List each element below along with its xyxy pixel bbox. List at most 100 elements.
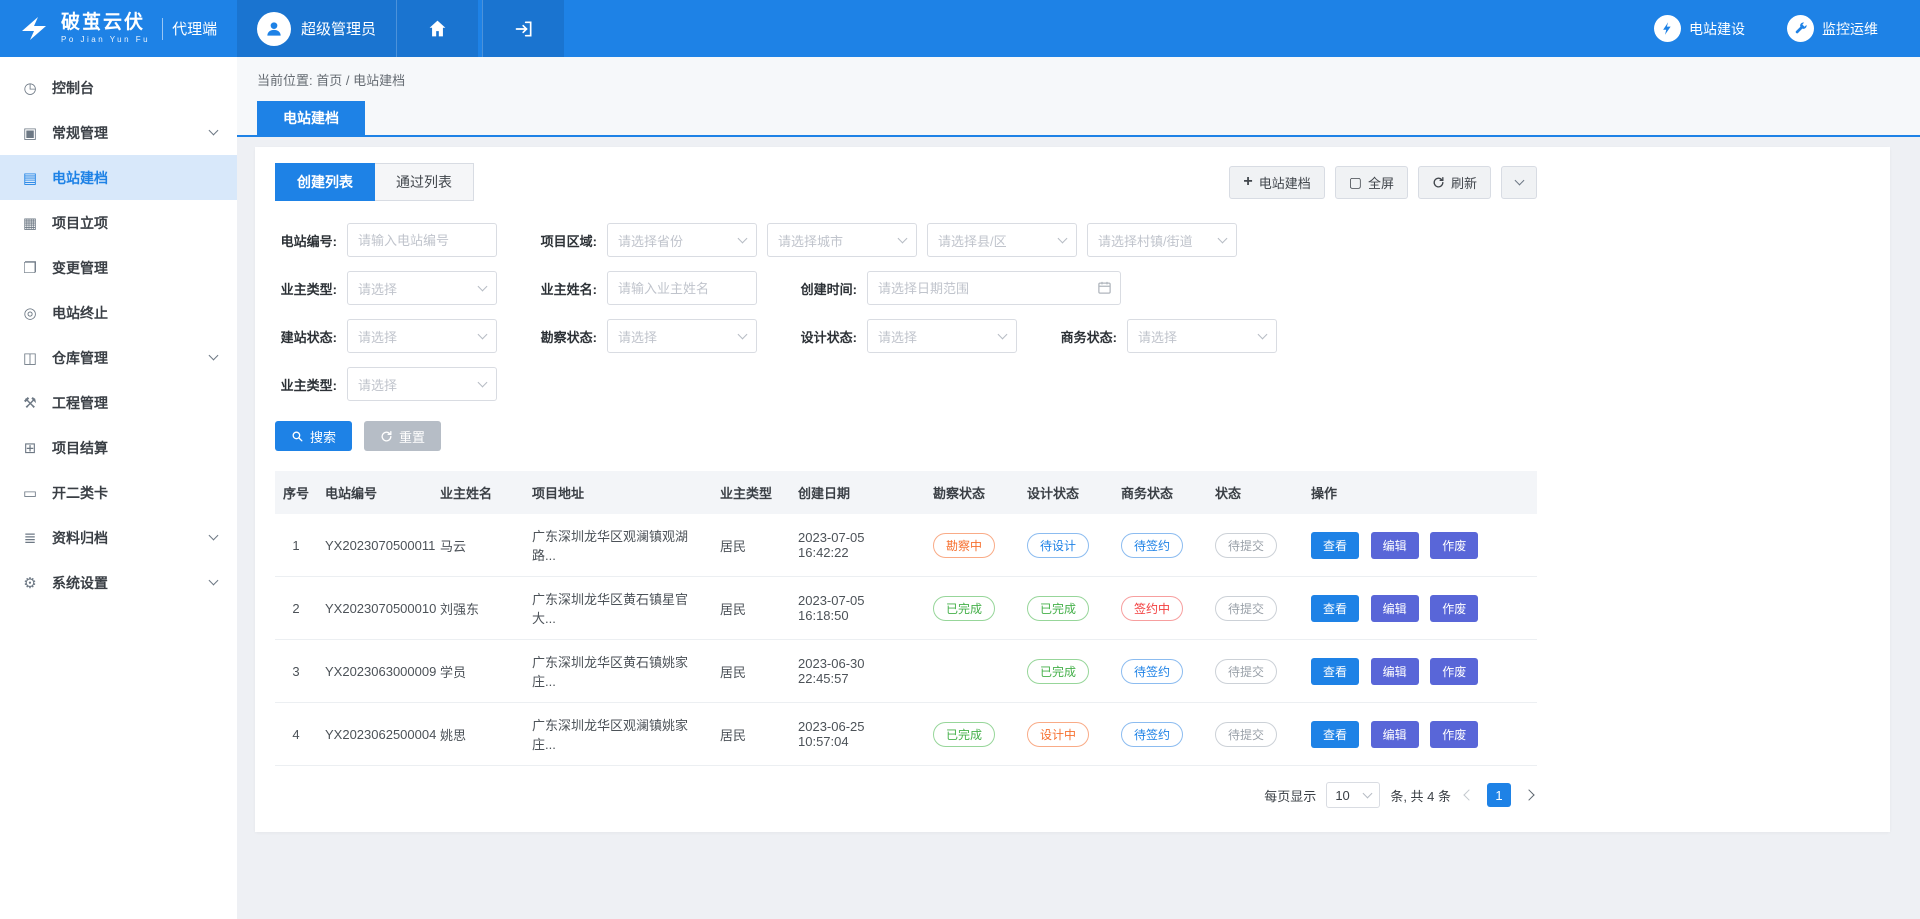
cell-station-no: YX2023070500011 <box>317 514 432 577</box>
view-button[interactable]: 查看 <box>1311 658 1359 685</box>
plus-icon: + <box>1243 174 1252 190</box>
county-select[interactable]: 请选择县/区 <box>927 223 1077 257</box>
sidebar-item[interactable]: ▤ 电站建档 <box>0 155 237 200</box>
edit-button[interactable]: 编辑 <box>1371 595 1419 622</box>
reset-button[interactable]: 重置 <box>364 421 441 451</box>
chevron-down-icon <box>478 377 488 387</box>
sidebar-item[interactable]: ▭ 开二类卡 <box>0 470 237 515</box>
nav-station-build-label: 电站建设 <box>1689 19 1745 39</box>
per-page-select[interactable]: 10 <box>1326 782 1380 808</box>
sidebar-item-label: 常规管理 <box>52 123 210 143</box>
cell-index: 3 <box>275 640 317 703</box>
sidebar-item[interactable]: ◷ 控制台 <box>0 65 237 110</box>
cell-address: 广东深圳龙华区黄石镇姚家庄... <box>524 640 712 703</box>
void-button[interactable]: 作废 <box>1430 595 1478 622</box>
chevron-down-icon <box>1218 233 1228 243</box>
view-button[interactable]: 查看 <box>1311 721 1359 748</box>
sidebar-item-label: 仓库管理 <box>52 348 210 368</box>
owner-type2-select[interactable]: 请选择 <box>347 367 497 401</box>
col-survey: 勘察状态 <box>925 471 1019 514</box>
business-status-badge: 签约中 <box>1121 596 1183 621</box>
station-no-label: 电站编号: <box>275 231 347 250</box>
sidebar-item-label: 电站终止 <box>52 303 210 323</box>
sidebar-item[interactable]: ▣ 常规管理 <box>0 110 237 155</box>
sidebar-item[interactable]: ≣ 资料归档 <box>0 515 237 560</box>
nav-station-build[interactable]: 电站建设 <box>1654 0 1745 57</box>
refresh-button[interactable]: 刷新 <box>1418 166 1491 199</box>
fullscreen-icon: ▢ <box>1349 175 1362 189</box>
survey-status-badge: 已完成 <box>933 596 995 621</box>
business-status-badge: 待签约 <box>1121 659 1183 684</box>
city-select[interactable]: 请选择城市 <box>767 223 917 257</box>
menu-icon: ⚙ <box>20 574 40 592</box>
sidebar-item[interactable]: ⚒ 工程管理 <box>0 380 237 425</box>
logout-button[interactable] <box>482 0 564 57</box>
cell-actions: 查看 编辑 作废 <box>1303 640 1537 703</box>
survey-status-select[interactable]: 请选择 <box>607 319 757 353</box>
cell-station-no: YX2023062500004 <box>317 703 432 766</box>
col-address: 项目地址 <box>524 471 712 514</box>
chevron-down-icon <box>1258 329 1268 339</box>
sidebar-item[interactable]: ◫ 仓库管理 <box>0 335 237 380</box>
next-page-button[interactable] <box>1523 789 1534 800</box>
status-badge: 待提交 <box>1215 533 1277 558</box>
station-no-input[interactable] <box>347 223 497 257</box>
edit-button[interactable]: 编辑 <box>1371 721 1419 748</box>
chevron-down-icon <box>998 329 1008 339</box>
edit-button[interactable]: 编辑 <box>1371 532 1419 559</box>
view-button[interactable]: 查看 <box>1311 595 1359 622</box>
design-status-select[interactable]: 请选择 <box>867 319 1017 353</box>
page-tab[interactable]: 电站建档 <box>257 101 365 135</box>
sidebar-item[interactable]: ⊞ 项目结算 <box>0 425 237 470</box>
cell-index: 1 <box>275 514 317 577</box>
design-status-badge: 设计中 <box>1027 722 1089 747</box>
design-status-badge: 待设计 <box>1027 533 1089 558</box>
survey-status-badge: 已完成 <box>933 722 995 747</box>
refresh-icon <box>1432 176 1445 189</box>
owner-name-input[interactable] <box>607 271 757 305</box>
build-status-select[interactable]: 请选择 <box>347 319 497 353</box>
prev-page-button[interactable] <box>1463 789 1474 800</box>
sidebar-item[interactable]: ⚙ 系统设置 <box>0 560 237 605</box>
main-area: 当前位置: 首页 / 电站建档 电站建档 创建列表 通过列表 + 电站建档 <box>237 57 1920 919</box>
sidebar-item-label: 变更管理 <box>52 258 210 278</box>
tab-created-list[interactable]: 创建列表 <box>275 163 375 201</box>
create-station-button[interactable]: + 电站建档 <box>1229 166 1324 199</box>
nav-monitor-ops[interactable]: 监控运维 <box>1787 0 1878 57</box>
col-design: 设计状态 <box>1019 471 1113 514</box>
col-owner-type: 业主类型 <box>712 471 790 514</box>
search-button[interactable]: 搜索 <box>275 421 352 451</box>
void-button[interactable]: 作废 <box>1430 532 1478 559</box>
owner-type-select[interactable]: 请选择 <box>347 271 497 305</box>
user-menu[interactable]: 超级管理员 <box>237 0 396 57</box>
sidebar-item[interactable]: ▦ 项目立项 <box>0 200 237 245</box>
page-number-current[interactable]: 1 <box>1487 783 1511 807</box>
view-button[interactable]: 查看 <box>1311 532 1359 559</box>
per-page-label: 每页显示 <box>1264 786 1316 805</box>
avatar <box>257 12 291 46</box>
void-button[interactable]: 作废 <box>1430 721 1478 748</box>
home-button[interactable] <box>396 0 478 57</box>
menu-icon: ⚒ <box>20 394 40 412</box>
breadcrumb-home[interactable]: 首页 <box>316 73 342 88</box>
sidebar-item[interactable]: ◎ 电站终止 <box>0 290 237 335</box>
province-select[interactable]: 请选择省份 <box>607 223 757 257</box>
cell-owner-type: 居民 <box>712 577 790 640</box>
tab-passed-list[interactable]: 通过列表 <box>375 163 474 201</box>
nav-monitor-ops-label: 监控运维 <box>1822 19 1878 39</box>
cell-address: 广东深圳龙华区黄石镇星官大... <box>524 577 712 640</box>
filter-form: 电站编号: 项目区域: 请选择省份 请选择城市 请选择县/区 请选择村镇/街道 <box>275 223 1537 401</box>
edit-button[interactable]: 编辑 <box>1371 658 1419 685</box>
fullscreen-button[interactable]: ▢ 全屏 <box>1335 166 1408 199</box>
sidebar-item[interactable]: ❐ 变更管理 <box>0 245 237 290</box>
town-select[interactable]: 请选择村镇/街道 <box>1087 223 1237 257</box>
business-status-select[interactable]: 请选择 <box>1127 319 1277 353</box>
status-badge: 待提交 <box>1215 722 1277 747</box>
menu-icon: ◫ <box>20 349 40 367</box>
region-label: 项目区域: <box>535 231 607 250</box>
menu-icon: ❐ <box>20 259 40 277</box>
collapse-filters-button[interactable] <box>1501 166 1537 199</box>
date-range-input[interactable] <box>867 271 1121 305</box>
sidebar-item-label: 电站建档 <box>52 168 210 188</box>
void-button[interactable]: 作废 <box>1430 658 1478 685</box>
